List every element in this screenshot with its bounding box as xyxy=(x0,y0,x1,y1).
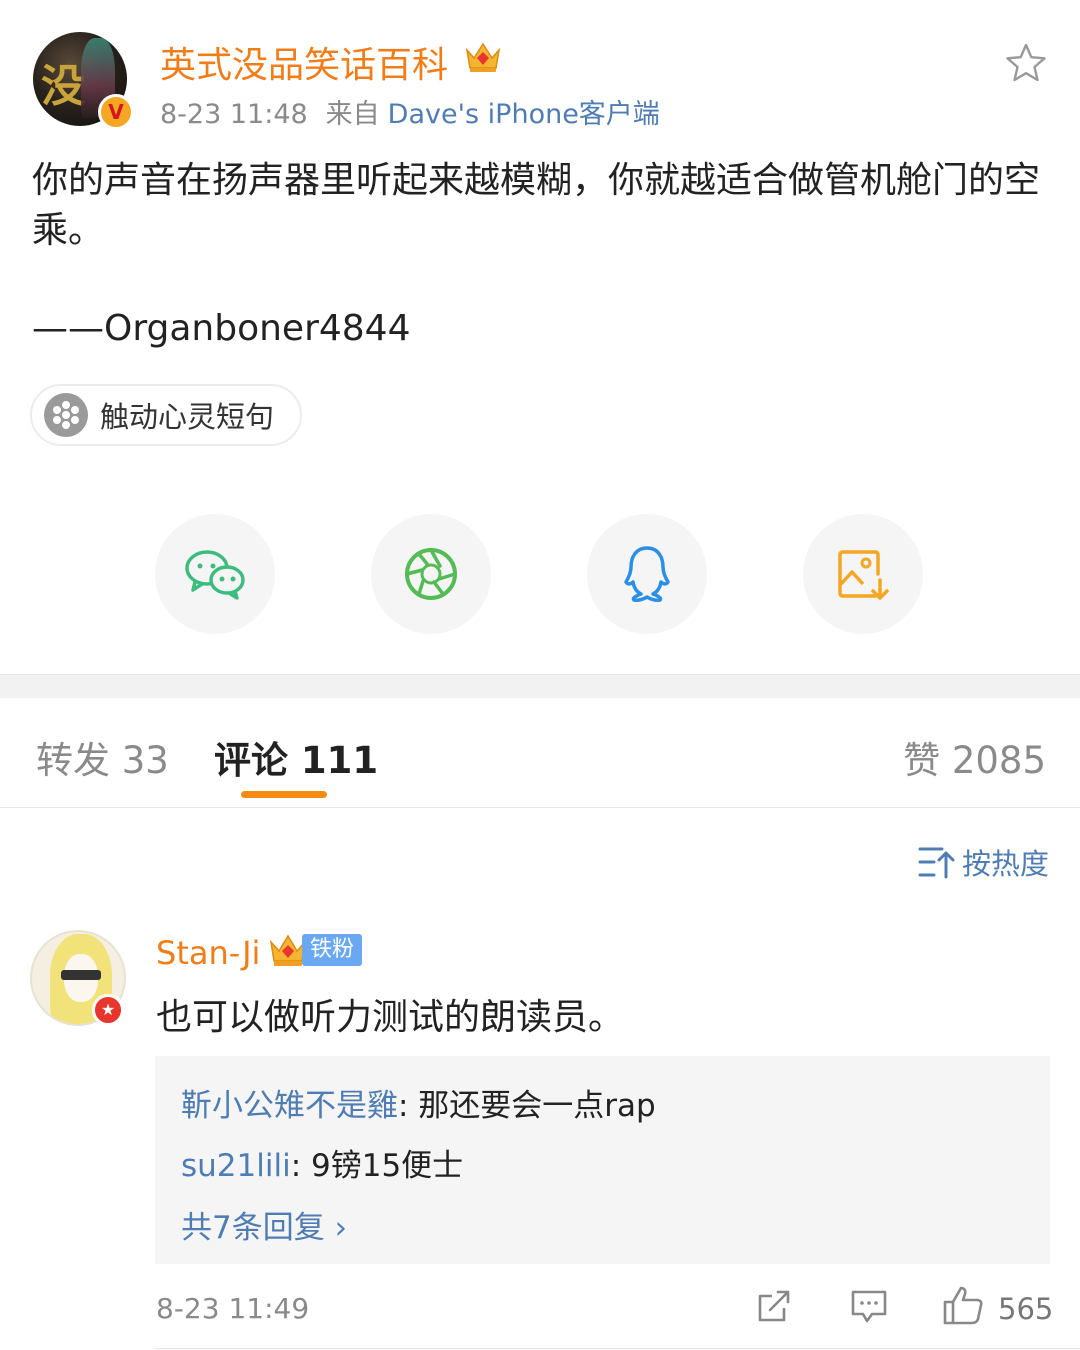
topic-flower-icon xyxy=(44,393,88,437)
comment-reply-icon[interactable] xyxy=(850,1288,888,1324)
topic-chip[interactable]: 触动心灵短句 xyxy=(30,384,303,446)
share-qq-button[interactable] xyxy=(587,514,707,634)
sort-icon xyxy=(918,847,955,879)
avatar-glasses xyxy=(61,970,101,980)
post-meta: 8-23 11:48 来自 Dave's iPhone客户端 xyxy=(160,92,660,131)
avatar-glyph: 没 xyxy=(41,61,85,112)
post-body: 你的声音在扬声器里听起来越模糊，你就越适合做管机舱门的空乘。 xyxy=(32,160,1041,251)
sort-label: 按热度 xyxy=(962,847,1050,881)
comment-divider xyxy=(155,1348,1080,1349)
post-signature: ——Organboner4844 xyxy=(32,308,411,349)
favorite-star-icon[interactable] xyxy=(1005,42,1047,84)
reply-text: : 那还要会一点rap xyxy=(398,1088,656,1124)
reply-item[interactable]: 靳小公雉不是雞: 那还要会一点rap xyxy=(181,1080,656,1125)
author-name[interactable]: 英式没品笑话百科 xyxy=(160,36,448,88)
view-all-replies-link[interactable]: 共7条回复 › xyxy=(181,1202,347,1247)
comment-time: 8-23 11:49 xyxy=(156,1292,310,1325)
tab-reposts[interactable]: 转发 33 xyxy=(36,730,169,784)
iron-fan-badge: 铁粉 xyxy=(302,934,363,966)
member-star-icon: ★ xyxy=(92,994,124,1026)
vip-crown-icon xyxy=(465,42,501,72)
from-label: 来自 xyxy=(325,99,380,130)
share-row xyxy=(155,514,925,634)
post-time: 8-23 11:48 xyxy=(160,99,308,130)
tab-comments[interactable]: 评论 111 xyxy=(214,730,378,784)
wechat-icon xyxy=(185,550,245,600)
commenter-name[interactable]: Stan-Ji xyxy=(156,934,260,972)
share-wechat-button[interactable] xyxy=(155,514,275,634)
reply-preview-box[interactable]: 靳小公雉不是雞: 那还要会一点rap su21lili: 9镑15便士 共7条回… xyxy=(155,1056,1050,1264)
share-moments-button[interactable] xyxy=(371,514,491,634)
active-tab-indicator xyxy=(241,791,327,798)
client-link[interactable]: Dave's iPhone客户端 xyxy=(388,99,660,130)
reply-text: : 9镑15便士 xyxy=(290,1148,464,1184)
qq-icon xyxy=(624,546,670,602)
sort-by-hot-button[interactable]: 按热度 xyxy=(918,842,1049,882)
reply-item[interactable]: su21lili: 9镑15便士 xyxy=(181,1140,463,1185)
post-header: 没 V 英式没品笑话百科 8-23 11:48 来自 Dave's iPhone客户… xyxy=(0,0,1080,140)
tab-likes[interactable]: 赞 2085 xyxy=(903,730,1046,784)
section-divider xyxy=(0,674,1080,698)
reply-user[interactable]: su21lili xyxy=(181,1148,291,1184)
moments-icon xyxy=(405,548,457,600)
like-thumb-icon[interactable] xyxy=(942,1284,984,1326)
verified-badge-icon: V xyxy=(98,94,134,130)
save-image-icon xyxy=(838,550,889,600)
topic-label: 触动心灵短句 xyxy=(100,400,275,434)
save-image-button[interactable] xyxy=(803,514,923,634)
interaction-tabs: 转发 33 评论 111 赞 2085 xyxy=(0,698,1080,808)
repost-icon[interactable] xyxy=(756,1288,792,1324)
like-count: 565 xyxy=(998,1292,1054,1326)
reply-user[interactable]: 靳小公雉不是雞 xyxy=(181,1088,398,1124)
comment-text: 也可以做听力测试的朗读员。 xyxy=(156,997,625,1038)
